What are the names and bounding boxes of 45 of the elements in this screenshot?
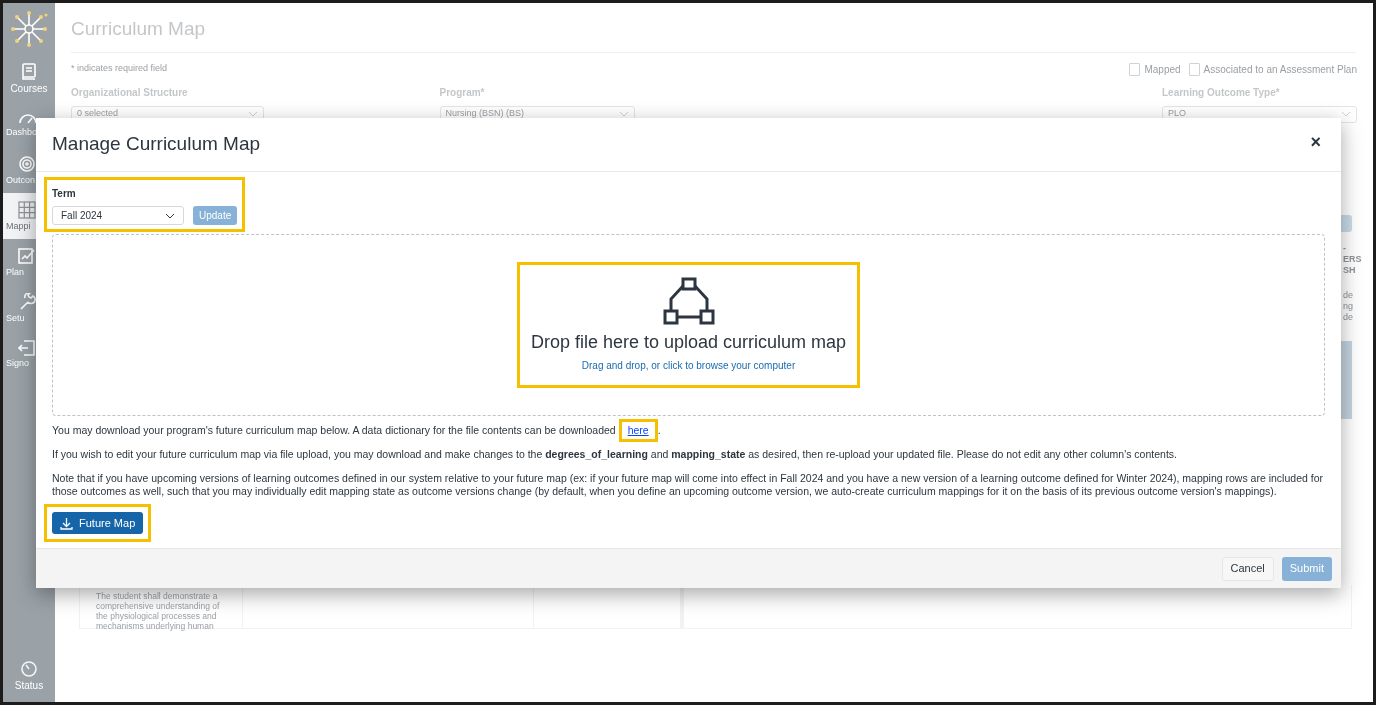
sidebar-item[interactable]: Setu xyxy=(3,285,36,331)
close-button[interactable]: × xyxy=(1310,133,1321,151)
chevron-down-icon xyxy=(248,111,258,117)
text-fragment: de xyxy=(1343,312,1353,323)
table-cell-text: The student shall demonstrate a comprehensive understanding of the physiological processes and mechanisms underlying human xyxy=(96,591,221,631)
sidebar-item[interactable]: Plan xyxy=(3,239,36,285)
text-fragment: - xyxy=(1343,243,1346,254)
browse-link[interactable]: Drag and drop, or click to browse your computer xyxy=(581,358,796,373)
chevron-down-icon xyxy=(618,111,629,117)
dropzone[interactable]: Drop file here to upload curriculum map Drag and drop, or click to browse your computer xyxy=(52,234,1325,416)
paragraph: Note that if you have upcoming versions of learning outcomes defined in our system relative to your future map (ex: if your future map will come into effect in Fall 2024 and you have a new version of a learning outcome defined for Winter 2024), mapping rows are included for those outcomes as well, such that you may individually edit mapping state as outcome versions change (by default, when you define an upcoming outcome version, we auto-create curriculum mappings for it on the basis of its previous outcome version's mappings). xyxy=(52,472,1324,498)
text-fragment: de xyxy=(1343,290,1353,301)
grid-icon xyxy=(18,201,36,219)
chevron-down-icon xyxy=(165,212,175,219)
paragraph: If you wish to edit your future curriculum map via file upload, you may download and make changes to the degrees_of_learning and mapping_state as desired, then re-upload your updated file. Please do not edit any other column's contents. xyxy=(52,448,1178,461)
text-fragment: ERS xyxy=(1343,254,1362,265)
sidebar-item[interactable]: Courses xyxy=(3,55,55,101)
field-label: Program* xyxy=(439,85,486,100)
modal-title: Manage Curriculum Map xyxy=(52,132,261,157)
download-icon xyxy=(60,516,73,530)
sidebar-item[interactable]: Signo xyxy=(3,331,36,377)
snowflake-logo-icon xyxy=(9,9,49,49)
download-link[interactable]: here xyxy=(627,424,649,436)
field-label: Term xyxy=(52,187,77,201)
download-button[interactable]: Future Map xyxy=(52,512,144,534)
page-title: Curriculum Map xyxy=(71,15,1356,53)
cancel-button[interactable]: Cancel xyxy=(1221,556,1274,581)
dropzone-title: Drop file here to upload curriculum map xyxy=(530,331,847,354)
sidebar-item[interactable]: Mappi xyxy=(3,193,36,239)
term-dropdown[interactable]: Fall 2024 xyxy=(52,206,184,225)
legend-label: Mapped xyxy=(1144,62,1181,77)
required-note: * indicates required field xyxy=(71,62,168,76)
sidebar-item[interactable]: Dashbo xyxy=(3,101,36,147)
text-fragment: ng xyxy=(1343,301,1353,312)
legend-label: Associated to an Assessment Plan xyxy=(1203,62,1357,77)
field-label: Learning Outcome Type* xyxy=(1162,85,1281,100)
sidebar-item[interactable]: Outcon xyxy=(3,147,36,193)
field-label: Organizational Structure xyxy=(71,85,189,100)
paragraph: You may download your program's future curriculum map below. A data dictionary for the file contents can be downloaded here . xyxy=(52,424,1325,437)
network-icon xyxy=(662,277,715,325)
book-icon xyxy=(21,62,37,81)
chevron-down-icon xyxy=(1341,111,1351,117)
sidebar-item[interactable]: Status xyxy=(3,652,55,698)
text-fragment: SH xyxy=(1343,265,1356,276)
gauge-icon xyxy=(20,659,38,678)
